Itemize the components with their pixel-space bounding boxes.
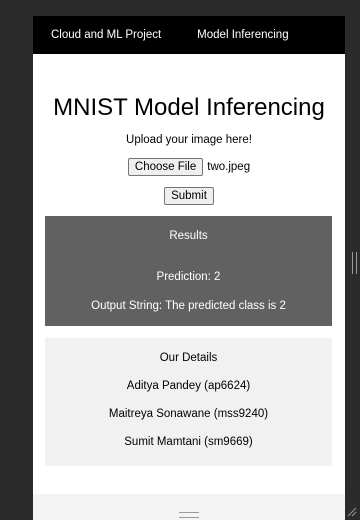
nav-link-model-inferencing[interactable]: Model Inferencing (197, 29, 288, 41)
submit-button[interactable]: Submit (164, 187, 214, 205)
choose-file-button[interactable]: Choose File (127, 158, 204, 176)
navbar: Cloud and ML Project Model Inferencing (33, 16, 345, 54)
bottom-resize-handle-icon[interactable] (179, 512, 199, 518)
selected-file-name: two.jpeg (207, 161, 251, 173)
details-title: Our Details (159, 352, 218, 364)
side-resize-handle-icon[interactable] (352, 252, 357, 274)
results-title: Results (169, 230, 208, 242)
browser-viewport: Cloud and ML Project Model Inferencing M… (33, 16, 345, 520)
results-panel: Results Prediction: 2 Output String: The… (45, 216, 332, 326)
member-item: Sumit Mamtani (sm9669) (124, 436, 253, 448)
page-title: MNIST Model Inferencing (53, 94, 325, 121)
submit-row: Submit (33, 186, 345, 205)
upload-label: Upload your image here! (126, 134, 252, 146)
bottom-strip (33, 496, 345, 520)
member-item: Aditya Pandey (ap6624) (126, 380, 251, 392)
nav-link-cloud-ml-project[interactable]: Cloud and ML Project (51, 29, 161, 41)
prediction-text: Prediction: 2 (156, 271, 221, 283)
output-string-text: Output String: The predicted class is 2 (91, 300, 286, 312)
member-item: Maitreya Sonawane (mss9240) (108, 408, 269, 420)
corner-resize-grip-icon[interactable] (347, 507, 357, 517)
details-panel: Our Details Aditya Pandey (ap6624) Maitr… (45, 338, 332, 466)
file-input-row: Choose File two.jpeg (33, 158, 345, 176)
main-content: MNIST Model Inferencing Upload your imag… (33, 54, 345, 494)
